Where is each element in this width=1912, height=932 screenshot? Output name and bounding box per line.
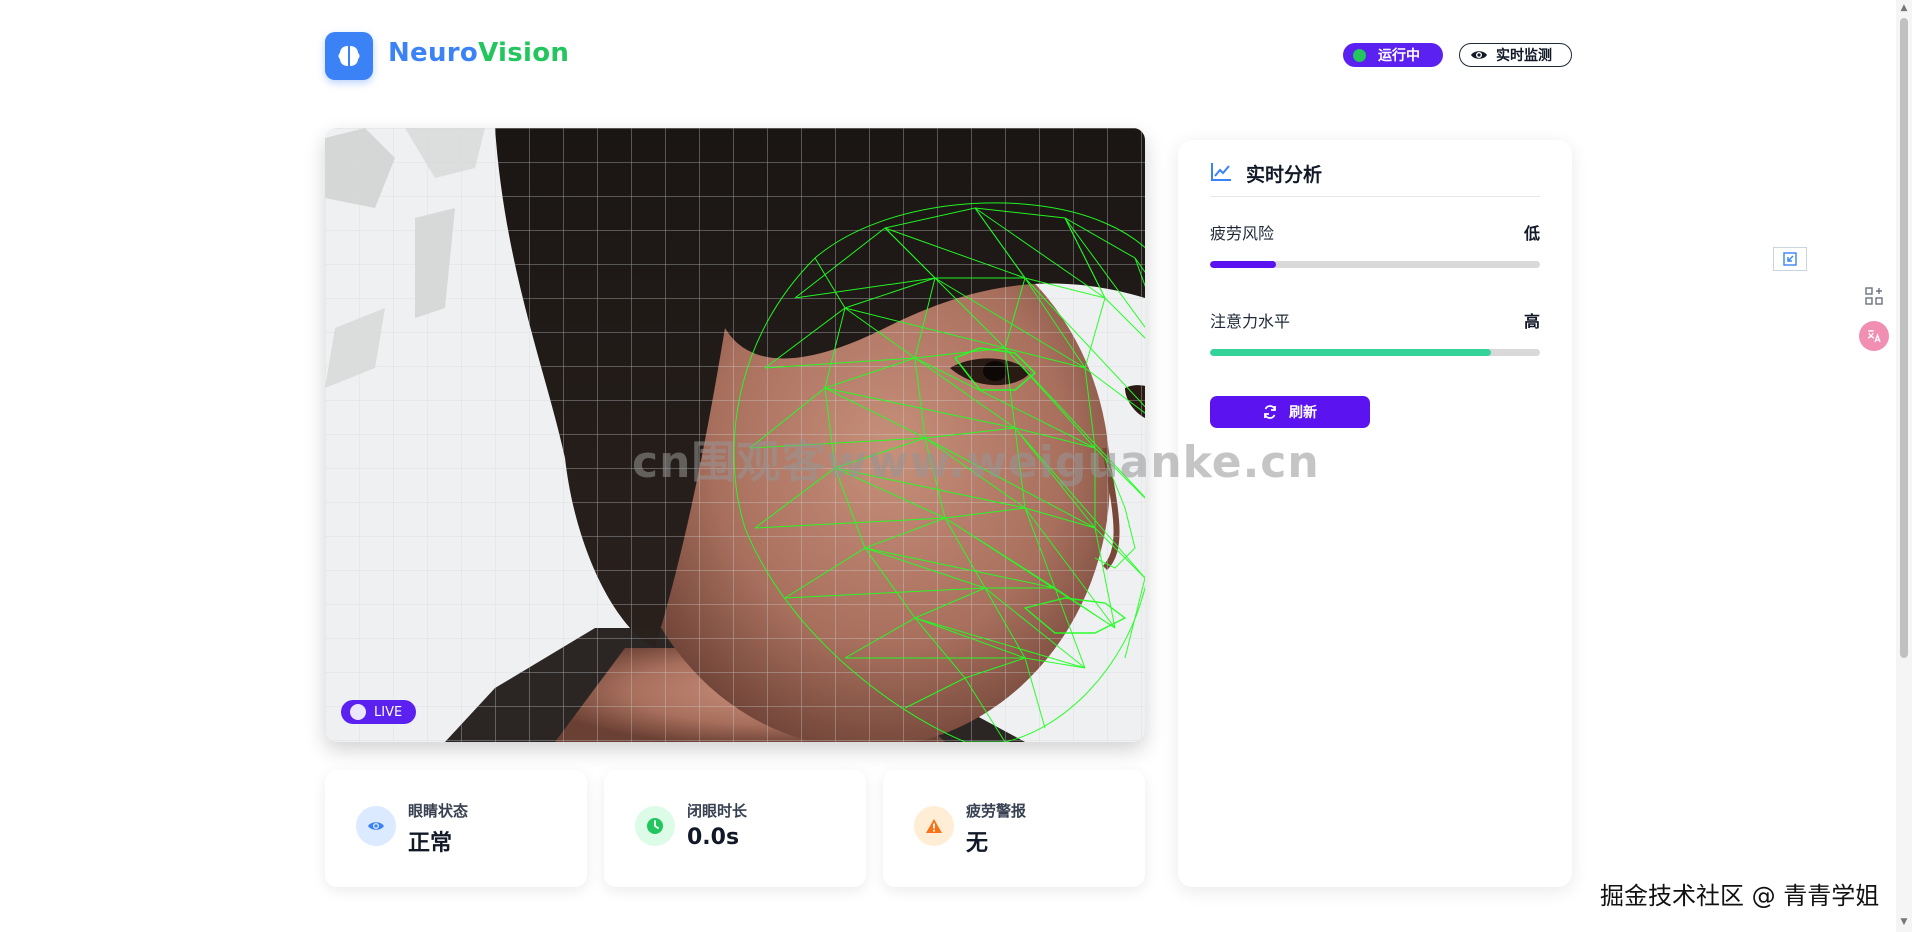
- monitor-label: 实时监测: [1496, 48, 1552, 64]
- chart-line-icon: [1211, 163, 1231, 181]
- brand-part-2: Vision: [478, 38, 570, 68]
- brand-part-1: Neuro: [388, 38, 479, 68]
- brain-icon: [338, 46, 360, 66]
- watermark-text: cn围观客www.weiguanke.cn: [632, 437, 1320, 488]
- side-translate-button[interactable]: [1859, 321, 1889, 351]
- attention-label: 注意力水平: [1210, 312, 1291, 331]
- attention-value: 高: [1523, 312, 1540, 331]
- fatigue-risk-bar: [1210, 261, 1540, 268]
- app-logo: [325, 32, 373, 80]
- fatigue-risk-label: 疲劳风险: [1210, 224, 1275, 243]
- live-label: LIVE: [374, 704, 403, 720]
- eye-status-card: 眼睛状态 正常: [325, 770, 587, 887]
- live-dot: [350, 704, 366, 720]
- scroll-up-arrow[interactable]: ▲: [1898, 2, 1910, 14]
- panel-header: 实时分析: [1210, 160, 1540, 197]
- scrollbar-thumb[interactable]: [1900, 18, 1908, 658]
- alert-value: 无: [966, 831, 989, 856]
- attention-bar: [1210, 349, 1540, 356]
- realtime-analysis-panel: 实时分析 疲劳风险 低 注意力水平 高 刷新: [1178, 140, 1572, 887]
- apps-grid-icon: [1865, 287, 1883, 305]
- eye-status-label: 眼睛状态: [408, 802, 469, 820]
- clock-icon: [647, 818, 663, 834]
- attention-bar-fill: [1210, 349, 1491, 356]
- brand-name: NeuroVision: [388, 38, 569, 68]
- running-status-badge: 运行中: [1343, 43, 1443, 67]
- duration-icon-wrap: [635, 806, 675, 846]
- eye-icon: [368, 822, 384, 830]
- collapse-panel-button[interactable]: [1773, 247, 1807, 271]
- eye-status-icon-wrap: [356, 806, 396, 846]
- status-label: 运行中: [1378, 48, 1420, 64]
- refresh-icon: [1264, 405, 1276, 419]
- fatigue-alert-card: 疲劳警报 无: [883, 770, 1145, 887]
- scroll-down-arrow[interactable]: ▼: [1898, 916, 1910, 928]
- duration-label: 闭眼时长: [687, 802, 748, 820]
- warning-icon: [926, 819, 942, 833]
- realtime-monitor-button[interactable]: 实时监测: [1459, 43, 1572, 67]
- eye-closed-duration-card: 闭眼时长 0.0s: [604, 770, 866, 887]
- fatigue-risk-bar-fill: [1210, 261, 1276, 268]
- live-badge: LIVE: [341, 700, 416, 724]
- alert-label: 疲劳警报: [966, 802, 1027, 820]
- alert-icon-wrap: [914, 806, 954, 846]
- fatigue-risk-value: 低: [1523, 224, 1540, 243]
- panel-title: 实时分析: [1246, 164, 1323, 186]
- duration-value: 0.0s: [687, 825, 740, 850]
- shrink-icon: [1783, 252, 1797, 266]
- eye-icon: [1471, 51, 1487, 59]
- side-apps-button[interactable]: [1856, 278, 1892, 314]
- eye-status-value: 正常: [408, 831, 453, 856]
- refresh-button[interactable]: 刷新: [1210, 396, 1370, 428]
- refresh-label: 刷新: [1289, 404, 1317, 420]
- credit-text: 掘金技术社区 @ 青青学姐: [1600, 882, 1880, 910]
- status-dot: [1353, 48, 1366, 62]
- translate-icon: [1867, 330, 1881, 343]
